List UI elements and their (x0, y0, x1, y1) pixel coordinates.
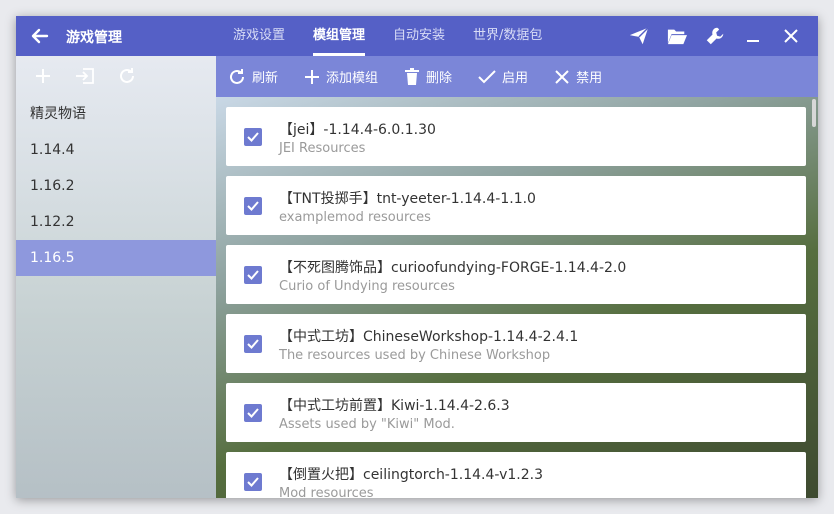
mod-name: 【中式工坊前置】Kiwi-1.14.4-2.6.3 (279, 398, 510, 414)
delete-button[interactable]: 删除 (404, 56, 478, 97)
refresh-icon (230, 68, 244, 84)
mod-item[interactable]: 【中式工坊前置】Kiwi-1.14.4-2.6.3 Assets used by… (226, 383, 806, 442)
mod-item[interactable]: 【jei】-1.14.4-6.0.1.30 JEI Resources (226, 107, 806, 166)
enable-label: 启用 (502, 71, 529, 86)
close-icon (555, 69, 569, 84)
mod-description: Assets used by "Kiwi" Mod. (279, 417, 455, 432)
mod-name: 【中式工坊】ChineseWorkshop-1.14.4-2.4.1 (279, 329, 579, 345)
tab-game-settings[interactable]: 游戏设置 (219, 16, 299, 56)
mod-checkbox[interactable] (244, 197, 262, 215)
close-icon[interactable] (772, 16, 810, 56)
mod-description: Curio of Undying resources (279, 279, 455, 294)
mod-item[interactable]: 【TNT投掷手】tnt-yeeter-1.14.4-1.1.0 examplem… (226, 176, 806, 235)
back-arrow-icon[interactable] (28, 24, 52, 48)
minimize-icon[interactable] (734, 16, 772, 56)
version-list: 精灵物语 1.14.4 1.16.2 1.12.2 1.16.5 (16, 96, 216, 276)
check-icon (247, 201, 259, 211)
check-icon (247, 477, 259, 487)
mod-list: 【jei】-1.14.4-6.0.1.30 JEI Resources 【TNT… (216, 97, 818, 498)
check-icon (247, 339, 259, 349)
enable-button[interactable]: 启用 (478, 56, 554, 97)
disable-button[interactable]: 禁用 (554, 56, 628, 97)
mod-item[interactable]: 【不死图腾饰品】curioofundying-FORGE-1.14.4-2.0 … (226, 245, 806, 304)
mod-checkbox[interactable] (244, 335, 262, 353)
check-icon (247, 132, 259, 142)
mod-name: 【TNT投掷手】tnt-yeeter-1.14.4-1.1.0 (279, 191, 536, 207)
tab-mod-management[interactable]: 模组管理 (299, 16, 379, 56)
mod-name: 【倒置火把】ceilingtorch-1.14.4-v1.2.3 (279, 467, 543, 483)
scrollbar[interactable] (812, 99, 816, 127)
delete-label: 删除 (426, 71, 453, 86)
mod-item[interactable]: 【中式工坊】ChineseWorkshop-1.14.4-2.4.1 The r… (226, 314, 806, 373)
tab-bar: 游戏设置 模组管理 自动安装 世界/数据包 (219, 16, 556, 56)
version-item[interactable]: 1.12.2 (16, 204, 216, 240)
trash-icon (405, 67, 420, 85)
mod-description: Mod resources (279, 486, 374, 498)
wrench-icon[interactable] (696, 16, 734, 56)
mod-checkbox[interactable] (244, 404, 262, 422)
mod-name: 【不死图腾饰品】curioofundying-FORGE-1.14.4-2.0 (279, 260, 627, 276)
send-icon[interactable] (620, 16, 658, 56)
disable-label: 禁用 (576, 71, 603, 86)
refresh-label: 刷新 (252, 71, 279, 86)
version-item[interactable]: 精灵物语 (16, 96, 216, 132)
check-icon (478, 69, 496, 83)
mod-name: 【jei】-1.14.4-6.0.1.30 (279, 122, 436, 138)
mod-description: examplemod resources (279, 210, 431, 225)
version-item-selected[interactable]: 1.16.5 (16, 240, 216, 276)
title-actions (620, 16, 810, 56)
tab-auto-install[interactable]: 自动安装 (379, 16, 459, 56)
sidebar-toolbar (16, 56, 216, 96)
add-icon[interactable] (22, 56, 64, 96)
mod-panel: 刷新 添加模组 删除 启用 禁用 【jei】-1.14.4-6.0.1.30 J… (216, 56, 818, 498)
tab-worlds-datapacks[interactable]: 世界/数据包 (459, 16, 556, 56)
add-mod-label: 添加模组 (326, 71, 379, 86)
add-mod-button[interactable]: 添加模组 (304, 56, 404, 97)
add-icon (305, 69, 320, 84)
refresh-icon[interactable] (106, 56, 148, 96)
version-sidebar: 精灵物语 1.14.4 1.16.2 1.12.2 1.16.5 (16, 56, 216, 498)
mod-checkbox[interactable] (244, 473, 262, 491)
mod-description: JEI Resources (279, 141, 366, 156)
refresh-button[interactable]: 刷新 (228, 56, 304, 97)
title-bar: 游戏管理 游戏设置 模组管理 自动安装 世界/数据包 (16, 16, 818, 56)
version-item[interactable]: 1.16.2 (16, 168, 216, 204)
mod-checkbox[interactable] (244, 128, 262, 146)
folder-open-icon[interactable] (658, 16, 696, 56)
version-item[interactable]: 1.14.4 (16, 132, 216, 168)
mod-item[interactable]: 【倒置火把】ceilingtorch-1.14.4-v1.2.3 Mod res… (226, 452, 806, 498)
page-title: 游戏管理 (66, 30, 122, 46)
mod-description: The resources used by Chinese Workshop (279, 348, 551, 363)
import-icon[interactable] (64, 56, 106, 96)
check-icon (247, 408, 259, 418)
mod-action-bar: 刷新 添加模组 删除 启用 禁用 (216, 56, 818, 97)
check-icon (247, 270, 259, 280)
app-window: 游戏管理 游戏设置 模组管理 自动安装 世界/数据包 精灵物语 1.14.4 1… (16, 16, 818, 498)
mod-checkbox[interactable] (244, 266, 262, 284)
